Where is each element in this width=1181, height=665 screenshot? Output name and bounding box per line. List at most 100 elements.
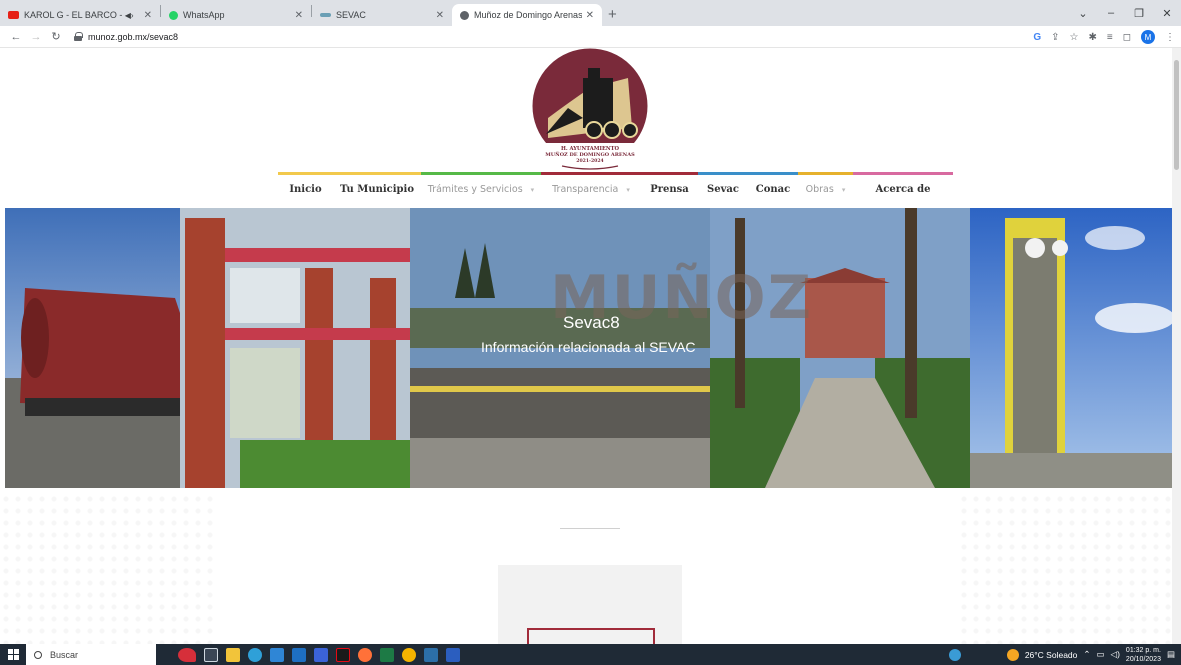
content-card — [498, 565, 682, 644]
nav-tramites[interactable]: Trámites y Servicios ▾ — [421, 172, 541, 204]
search-icon — [34, 650, 42, 659]
close-icon[interactable]: ✕ — [144, 10, 152, 21]
hero-description: Información relacionada al SEVAC — [481, 339, 696, 355]
mail-icon[interactable] — [292, 647, 306, 662]
nav-label: Transparencia — [552, 184, 619, 195]
background-pattern-left — [0, 493, 214, 644]
card-frame — [527, 628, 655, 644]
clock[interactable]: 01:32 p. m. 20/10/2023 — [1126, 646, 1161, 664]
menu-icon[interactable]: ⋮ — [1165, 32, 1175, 43]
chevron-down-icon: ▾ — [626, 185, 630, 194]
onedrive-icon[interactable] — [948, 648, 961, 661]
audio-playing-icon[interactable]: ◀› — [125, 11, 134, 20]
window-controls: ⌄ – ❐ ✕ — [1069, 0, 1181, 26]
minimize-button[interactable]: – — [1097, 7, 1125, 19]
toolbar-actions: G ⇪ ☆ ✱ ≡ ◻ M ⋮ — [1033, 26, 1175, 48]
hero-banner: MUÑOZ Sevac8 Información relacionada al … — [5, 208, 1172, 488]
page-scrollbar[interactable] — [1172, 48, 1181, 644]
people-icon[interactable] — [424, 647, 438, 662]
nav-label: Acerca de — [875, 184, 931, 195]
nav-conac[interactable]: Conac — [748, 172, 798, 204]
word-icon[interactable] — [446, 647, 460, 662]
tab-title: SEVAC — [336, 10, 366, 20]
tray-expand-icon[interactable]: ⌃ — [1083, 649, 1090, 660]
nav-label: Inicio — [289, 184, 322, 195]
notifications-icon[interactable]: ▤ — [1167, 649, 1175, 660]
tab-strip: KAROL G - EL BARCO - You ◀› ✕ WhatsApp ✕… — [0, 0, 1181, 26]
tab-title: Muñoz de Domingo Arenas — [474, 10, 582, 20]
forward-button[interactable]: → — [26, 31, 46, 43]
bookmark-star-icon[interactable]: ☆ — [1069, 32, 1078, 43]
windows-icon — [7, 649, 19, 660]
firefox-icon[interactable] — [358, 647, 372, 662]
restore-button[interactable]: ❐ — [1125, 7, 1153, 20]
close-icon[interactable]: ✕ — [586, 10, 594, 21]
reload-button[interactable]: ↻ — [46, 30, 66, 43]
globe-icon — [460, 10, 469, 20]
tab-karol-g[interactable]: KAROL G - EL BARCO - You ◀› ✕ — [0, 4, 160, 26]
heart-widget-icon[interactable] — [178, 647, 196, 662]
side-panel-icon[interactable]: ◻ — [1123, 32, 1131, 43]
scrollbar-thumb[interactable] — [1174, 60, 1179, 170]
nav-label: Conac — [755, 184, 791, 195]
clock-time: 01:32 p. m. — [1125, 646, 1161, 654]
nav-tu-municipio[interactable]: Tu Municipio — [333, 172, 421, 204]
app-icon[interactable] — [314, 647, 328, 662]
share-icon[interactable]: ⇪ — [1051, 32, 1059, 43]
tab-sevac[interactable]: SEVAC ✕ — [312, 4, 452, 26]
nav-label: Tu Municipio — [339, 184, 415, 195]
nav-acerca-de[interactable]: Acerca de — [853, 172, 953, 204]
new-tab-button[interactable]: + — [608, 6, 617, 23]
search-placeholder: Buscar — [50, 649, 79, 660]
tab-whatsapp[interactable]: WhatsApp ✕ — [161, 4, 311, 26]
start-button[interactable] — [0, 644, 26, 665]
google-icon[interactable]: G — [1033, 32, 1041, 43]
browser-toolbar: ← → ↻ munoz.gob.mx/sevac8 G ⇪ ☆ ✱ ≡ ◻ M … — [0, 26, 1181, 48]
tab-search-icon[interactable]: ⌄ — [1069, 7, 1097, 20]
hero-subtitle: Sevac8 — [563, 313, 620, 332]
volume-icon[interactable]: ◁) — [1111, 649, 1120, 660]
municipal-logo[interactable]: H. AYUNTAMIENTO MUÑOZ DE DOMINGO ARENAS … — [528, 48, 652, 172]
edge-icon[interactable] — [248, 647, 262, 662]
logo-text-period: 2021-2024 — [576, 158, 604, 164]
task-view-icon[interactable] — [204, 647, 218, 662]
nav-sevac[interactable]: Sevac — [698, 172, 748, 204]
system-tray: 26°C Soleado ⌃ ▭ ◁) 01:32 p. m. 20/10/20… — [948, 644, 1181, 665]
nav-obras[interactable]: Obras ▾ — [798, 172, 853, 204]
file-explorer-icon[interactable] — [226, 647, 240, 662]
nav-inicio[interactable]: Inicio — [278, 172, 333, 204]
url-text[interactable]: munoz.gob.mx/sevac8 — [88, 32, 178, 42]
close-window-button[interactable]: ✕ — [1153, 7, 1181, 20]
extensions-icon[interactable]: ✱ — [1088, 32, 1096, 43]
store-icon[interactable] — [270, 647, 284, 662]
network-icon[interactable]: ▭ — [1097, 649, 1105, 660]
taskbar-apps — [178, 647, 460, 662]
main-nav: Inicio Tu Municipio Trámites y Servicios… — [278, 172, 953, 204]
avatar[interactable]: M — [1141, 30, 1155, 44]
netflix-icon[interactable] — [336, 647, 350, 662]
back-button[interactable]: ← — [6, 31, 26, 43]
nav-transparencia[interactable]: Transparencia ▾ — [541, 172, 641, 204]
reading-list-icon[interactable]: ≡ — [1107, 32, 1113, 43]
lock-icon[interactable] — [74, 32, 83, 41]
address-bar[interactable]: munoz.gob.mx/sevac8 — [74, 28, 1034, 45]
nav-label: Trámites y Servicios — [427, 184, 523, 195]
chevron-down-icon: ▾ — [841, 185, 846, 194]
tab-munoz[interactable]: Muñoz de Domingo Arenas ✕ — [452, 4, 602, 26]
weather-text[interactable]: 26°C Soleado — [1025, 650, 1078, 660]
chevron-down-icon: ▾ — [530, 185, 535, 194]
background-pattern-right — [958, 493, 1172, 644]
close-icon[interactable]: ✕ — [295, 10, 303, 21]
tab-title: WhatsApp — [183, 10, 225, 20]
weather-icon[interactable] — [1006, 648, 1019, 661]
chrome-icon[interactable] — [402, 647, 416, 662]
excel-icon[interactable] — [380, 647, 394, 662]
taskbar-search[interactable]: Buscar — [26, 644, 156, 665]
nav-prensa[interactable]: Prensa — [641, 172, 698, 204]
taskbar: Buscar 26°C Soleado ⌃ ▭ ◁) 01:32 p. m. 2… — [0, 644, 1181, 665]
web-page: H. AYUNTAMIENTO MUÑOZ DE DOMINGO ARENAS … — [0, 48, 1172, 644]
logo-text-municipio: MUÑOZ DE DOMINGO ARENAS — [545, 151, 635, 158]
whatsapp-icon — [169, 10, 178, 20]
nav-label: Sevac — [707, 184, 739, 195]
close-icon[interactable]: ✕ — [436, 10, 444, 21]
